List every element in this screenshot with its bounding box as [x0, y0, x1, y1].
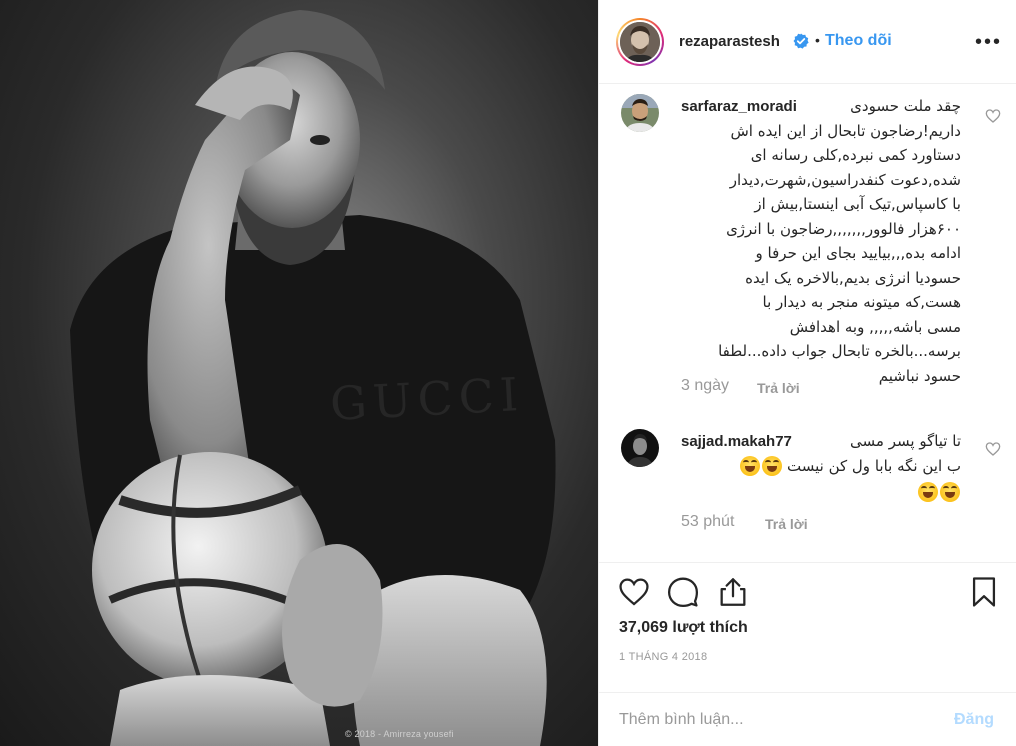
verified-badge-icon — [793, 33, 809, 49]
laughing-emoji-icon — [761, 456, 782, 477]
comment-time[interactable]: 53 phút — [681, 513, 734, 531]
comment-text-line: داریم!رضاجون تابحال از این ایده اش — [730, 121, 962, 140]
comment-body: sajjad.makah77 تا تیاگو پسر مسی ب این نگ… — [681, 429, 961, 505]
follow-button[interactable]: Theo dõi — [825, 32, 892, 50]
comment-icon[interactable] — [666, 575, 700, 609]
comment-reply-button[interactable]: Trả lời — [765, 516, 808, 532]
comment-input[interactable] — [619, 705, 919, 735]
post-photo[interactable]: GUCCI © 2018 - Amirreza yousefi — [0, 0, 598, 746]
comment-username[interactable]: sajjad.makah77 — [681, 433, 792, 450]
add-comment-bar: Đăng — [599, 692, 1016, 746]
comment-text-line: ادامه بده,,,بیایید بجای این حرفا و — [755, 244, 961, 262]
author-avatar-image — [620, 22, 660, 62]
laughing-emoji-icon — [918, 481, 938, 502]
comment-avatar-image — [621, 94, 659, 132]
shirt-print: GUCCI — [328, 366, 526, 432]
comment-like-heart-icon[interactable] — [985, 441, 1001, 457]
comment-text-line: حسودیا انرژی بدیم,بالاخره یک ایده — [745, 268, 961, 287]
post-comment-button[interactable]: Đăng — [954, 705, 994, 735]
comment-text-line: تا تیاگو پسر مسی — [850, 432, 961, 450]
comment-text-line: شده,دعوت کنفدراسیون,شهرت,دیدار — [729, 170, 961, 189]
comment-text-line: ب این نگه بابا ول کن نیست — [787, 456, 961, 475]
comment-like-heart-icon[interactable] — [985, 108, 1001, 124]
heart-outline-icon[interactable] — [617, 575, 651, 609]
photo-credit: © 2018 - Amirreza yousefi — [345, 729, 454, 739]
like-count[interactable]: 37,069 lượt thích — [619, 619, 748, 637]
post-actions: 37,069 lượt thích 1 THÁNG 4 2018 Đăng — [599, 562, 1016, 746]
comment-avatar[interactable] — [621, 94, 659, 132]
more-options-icon[interactable]: ••• — [975, 30, 1000, 54]
comment-username[interactable]: sarfaraz_moradi — [681, 98, 797, 115]
comment-text-line: دستاورد کمی نبرده,کلی رسانه ای — [750, 146, 961, 164]
comment-time[interactable]: 3 ngày — [681, 377, 729, 395]
laughing-emoji-icon — [739, 456, 760, 477]
post-date[interactable]: 1 THÁNG 4 2018 — [619, 651, 707, 663]
comment-reply-button[interactable]: Trả lời — [757, 380, 800, 396]
laughing-emoji-icon — [940, 481, 960, 502]
comment-avatar-image — [621, 429, 659, 467]
author-username[interactable]: rezaparastesh — [679, 33, 780, 50]
comment-text-line: هست,که میتونه منجر به دیدار با — [762, 293, 962, 311]
comment-body: sarfaraz_moradi چقد ملت حسودی داریم!رضاج… — [681, 94, 961, 388]
share-icon[interactable] — [716, 575, 750, 609]
post-header: rezaparastesh • Theo dõi ••• — [599, 0, 1016, 84]
comment-avatar[interactable] — [621, 429, 659, 467]
comment-text-line: برسه...بالخره تابحال جواب داده...لطفا — [718, 342, 961, 360]
comment-text-line: مسی باشه,,,,, وبه اهدافش — [789, 317, 961, 336]
bookmark-icon[interactable] — [967, 575, 1001, 609]
comment-text-line: ۶۰۰هزار فالوور,,,,,,,رضاجون با انرژی — [726, 219, 961, 238]
post-side-panel: rezaparastesh • Theo dõi ••• sarfaraz_mo… — [598, 0, 1016, 746]
header-separator: • — [815, 32, 820, 48]
comment-text-line: با کاسپاس,تیک آبی اینستا,بیش از — [754, 195, 961, 213]
comment-text-line: چقد ملت حسودی — [850, 97, 961, 115]
author-avatar[interactable] — [616, 18, 664, 66]
